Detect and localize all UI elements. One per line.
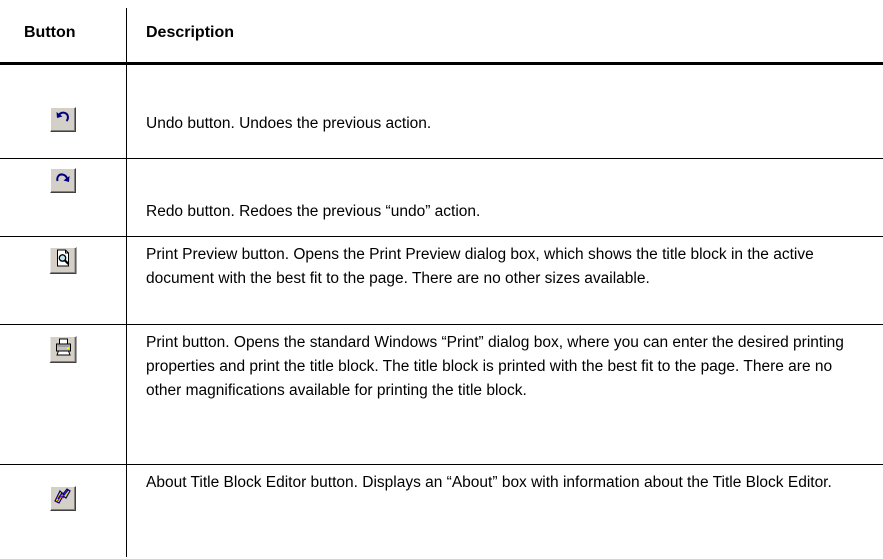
table-header: Button Description <box>0 0 883 64</box>
table-row-redo: Redo button. Redoes the previous “undo” … <box>0 159 883 236</box>
undo-button[interactable] <box>50 107 76 132</box>
table-row-about: About Title Block Editor button. Display… <box>0 465 883 559</box>
button-cell <box>0 159 126 236</box>
button-cell <box>0 237 126 324</box>
row-description: Undo button. Undoes the previous action. <box>146 115 432 132</box>
row-description: Print button. Opens the standard Windows… <box>146 334 844 399</box>
print-preview-button[interactable] <box>49 247 77 274</box>
table-row-print-preview: Print Preview button. Opens the Print Pr… <box>0 237 883 324</box>
header-description: Description <box>146 24 235 41</box>
table-row-print: Print button. Opens the standard Windows… <box>0 325 883 464</box>
redo-icon <box>55 171 71 190</box>
row-description: Print Preview button. Opens the Print Pr… <box>146 246 814 287</box>
button-cell <box>0 325 126 464</box>
row-description: Redo button. Redoes the previous “undo” … <box>146 203 481 220</box>
header-button: Button <box>24 24 76 41</box>
undo-icon <box>55 110 71 129</box>
row-description: About Title Block Editor button. Display… <box>146 474 832 491</box>
print-button[interactable] <box>49 336 77 363</box>
about-icon <box>54 488 72 509</box>
button-cell <box>0 65 126 158</box>
redo-button[interactable] <box>50 168 76 193</box>
printer-icon <box>54 338 72 361</box>
button-cell <box>0 465 126 559</box>
print-preview-icon <box>54 249 72 272</box>
about-button[interactable] <box>50 486 76 511</box>
table-row-undo: Undo button. Undoes the previous action. <box>0 65 883 158</box>
